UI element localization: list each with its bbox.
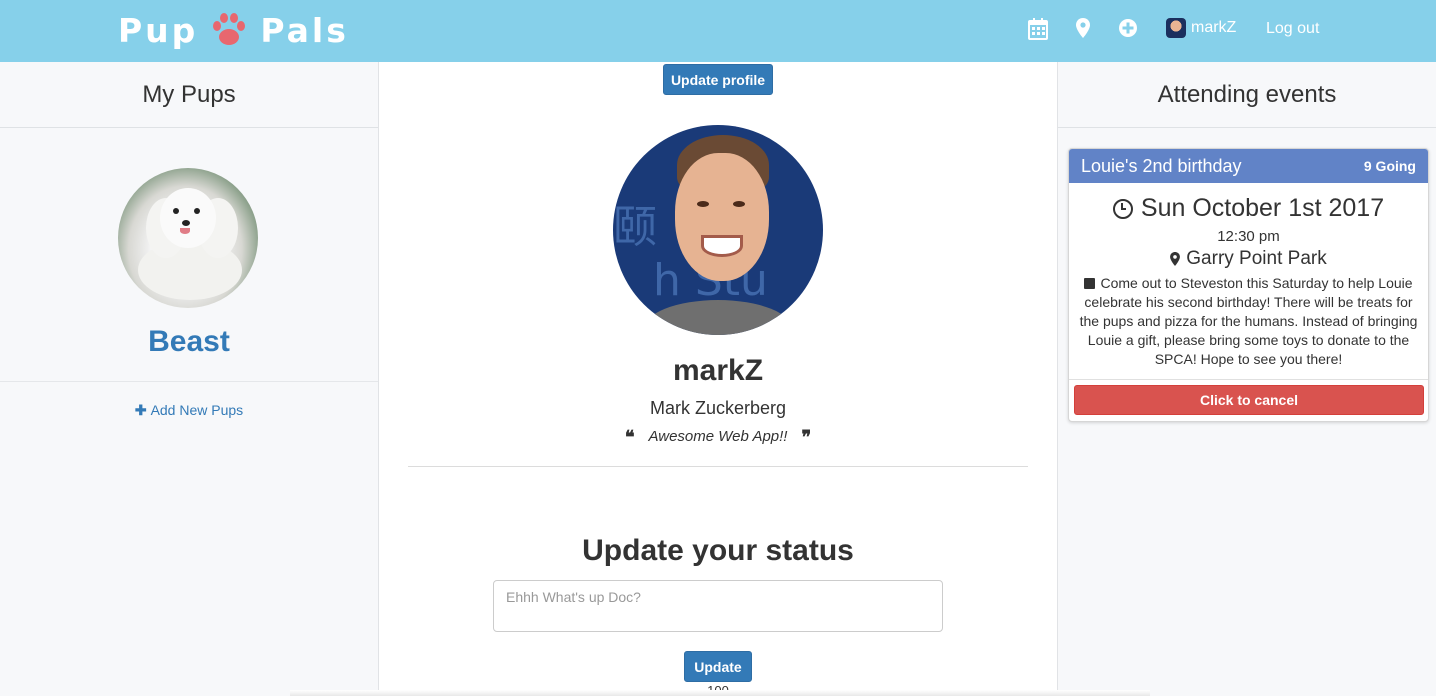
quote-right-icon: ❞ <box>801 427 812 448</box>
brand-text-right: Pals <box>260 10 349 50</box>
plus-circle-icon[interactable] <box>1118 18 1140 40</box>
event-time: 12:30 pm <box>1217 228 1280 245</box>
divider <box>1069 379 1428 380</box>
brand-logo[interactable]: Pup Pals <box>118 8 349 52</box>
event-location-text: Garry Point Park <box>1186 248 1327 269</box>
map-marker-icon[interactable] <box>1076 18 1098 40</box>
sticky-note-icon <box>1084 278 1096 289</box>
profile-full-name: Mark Zuckerberg <box>649 398 787 418</box>
profile-photo: 颐 委 h Stu <box>613 125 823 335</box>
nav-username: markZ <box>1191 19 1237 36</box>
avatar <box>1166 18 1186 38</box>
profile-panel: Update profile 颐 委 h Stu markZ Mark Zuck… <box>379 62 1057 696</box>
calendar-icon[interactable] <box>1028 18 1050 40</box>
event-card: Louie's 2nd birthday 9 Going Sun October… <box>1068 148 1429 422</box>
attending-events-title: Attending events <box>1058 62 1436 128</box>
brand-text-left: Pup <box>118 10 199 50</box>
event-location: Garry Point Park <box>1069 248 1428 270</box>
event-header: Louie's 2nd birthday 9 Going <box>1069 149 1428 183</box>
event-description: Come out to Steveston this Saturday to h… <box>1069 274 1428 369</box>
update-status-button[interactable]: Update <box>684 651 752 682</box>
profile-quote: ❝ Awesome Web App!! ❞ <box>379 427 1057 448</box>
logout-link[interactable]: Log out <box>1266 20 1319 38</box>
paw-icon <box>210 11 248 49</box>
event-date-text: Sun October 1st 2017 <box>1140 194 1385 222</box>
clock-icon <box>1112 198 1133 219</box>
my-pups-title: My Pups <box>0 62 378 128</box>
add-new-pups-label: Add New Pups <box>150 402 244 418</box>
status-heading: Update your status <box>582 534 854 567</box>
event-description-text: Come out to Steveston this Saturday to h… <box>1079 275 1418 367</box>
divider <box>408 466 1028 467</box>
quote-text: Awesome Web App!! <box>648 428 788 445</box>
event-date: Sun October 1st 2017 <box>1069 194 1428 223</box>
cancel-attendance-button[interactable]: Click to cancel <box>1074 385 1424 415</box>
attending-events-heading: Attending events <box>1157 80 1337 108</box>
add-new-pups-link[interactable]: ✚ Add New Pups <box>0 402 378 419</box>
profile-username: markZ <box>672 354 764 387</box>
navbar: Pup Pals markZ Log out <box>0 0 1436 62</box>
update-profile-button[interactable]: Update profile <box>663 64 773 95</box>
pup-name-link[interactable]: Beast <box>0 325 378 359</box>
map-marker-icon <box>1170 252 1181 266</box>
event-going-count: 9 Going <box>1363 158 1416 174</box>
footer-shadow <box>290 690 1150 696</box>
status-input[interactable]: Ehhh What's up Doc? <box>493 580 943 632</box>
pup-photo[interactable] <box>118 168 258 308</box>
my-pups-heading: My Pups <box>142 80 236 108</box>
divider <box>0 381 378 382</box>
attending-events-panel: Attending events Louie's 2nd birthday 9 … <box>1057 62 1436 696</box>
nav-user-profile-link[interactable]: markZ <box>1166 18 1236 38</box>
event-name[interactable]: Louie's 2nd birthday <box>1081 156 1242 177</box>
plus-icon: ✚ <box>134 402 147 418</box>
my-pups-panel: My Pups Beast ✚ Add New Pups <box>0 62 379 696</box>
quote-left-icon: ❝ <box>624 427 635 448</box>
